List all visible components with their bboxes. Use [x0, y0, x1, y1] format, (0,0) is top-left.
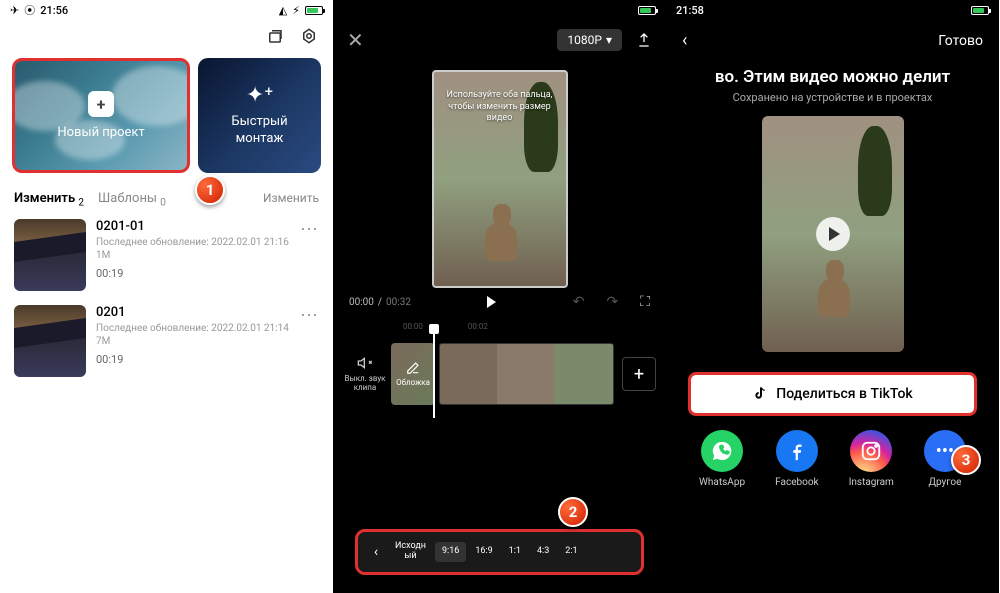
step-badge-2: 2 [558, 497, 588, 527]
tab-templates[interactable]: Шаблоны 0 [98, 191, 166, 209]
project-thumb [14, 219, 86, 291]
step-badge-1: 1 [195, 175, 225, 205]
more-icon[interactable]: ⋯ [300, 305, 319, 326]
settings-icon[interactable] [299, 26, 319, 46]
aspect-original[interactable]: Исходн ый [388, 537, 433, 567]
archive-icon[interactable] [265, 26, 285, 46]
project-meta: Последнее обновление: 2022.02.01 21:16 [96, 237, 290, 248]
share-instagram[interactable]: Instagram [849, 430, 894, 488]
tab-edit[interactable]: Изменить 2 [14, 191, 84, 209]
instagram-icon [850, 430, 892, 472]
project-thumb [14, 305, 86, 377]
done-button[interactable]: Готово [938, 33, 983, 49]
exported-preview[interactable] [762, 116, 904, 352]
project-duration: 00:19 [96, 353, 290, 366]
timeline-frames[interactable] [439, 343, 614, 405]
project-title: 0201-01 [96, 219, 290, 234]
mute-clip-button[interactable]: Выкл. звук клипа [343, 343, 387, 405]
project-item[interactable]: 0201 Последнее обновление: 2022.02.01 21… [14, 305, 319, 377]
back-icon[interactable]: ‹ [682, 30, 687, 51]
redo-icon[interactable]: ↷ [606, 294, 618, 310]
export-title: во. Этим видео можно делит [666, 67, 999, 87]
wand-icon: ✦⁺ [246, 83, 273, 108]
status-bar [333, 0, 666, 20]
time-current: 00:00 [349, 297, 374, 308]
share-whatsapp[interactable]: WhatsApp [699, 430, 745, 488]
aspect-back-icon[interactable]: ‹ [364, 544, 388, 560]
project-duration: 00:19 [96, 267, 290, 280]
new-project-card[interactable]: + Новый проект [12, 58, 190, 173]
quick-edit-label: Быстрый монтаж [231, 114, 287, 148]
aspect-ratio-bar: ‹ Исходн ый 9:16 16:9 1:1 4:3 2:1 [355, 529, 644, 575]
whatsapp-icon [701, 430, 743, 472]
export-subtitle: Сохранено на устройстве и в проектах [666, 91, 999, 104]
project-item[interactable]: 0201-01 Последнее обновление: 2022.02.01… [14, 219, 319, 291]
pinch-hint: Используйте оба пальца, чтобы изменить р… [440, 90, 560, 125]
video-preview[interactable]: Используйте оба пальца, чтобы изменить р… [432, 70, 568, 288]
undo-icon[interactable]: ↶ [573, 294, 585, 310]
edit-action[interactable]: Изменить [263, 191, 319, 205]
aspect-9-16[interactable]: 9:16 [435, 542, 466, 562]
aspect-4-3[interactable]: 4:3 [530, 542, 556, 562]
playhead[interactable] [433, 328, 435, 418]
chevron-down-icon: ▾ [606, 33, 612, 47]
fullscreen-icon[interactable]: ⛶ [640, 294, 650, 310]
project-meta: Последнее обновление: 2022.02.01 21:14 [96, 323, 290, 334]
project-size: 7M [96, 336, 290, 347]
add-clip-button[interactable]: + [622, 357, 656, 391]
time-total: 00:32 [386, 297, 411, 308]
plus-icon: + [88, 91, 114, 117]
new-project-label: Новый проект [57, 125, 144, 140]
close-icon[interactable]: ✕ [347, 28, 364, 52]
quick-edit-card[interactable]: ✦⁺ Быстрый монтаж [198, 58, 321, 173]
aspect-2-1[interactable]: 2:1 [558, 542, 584, 562]
timeline-ruler: 00:0000:02 [333, 316, 666, 337]
play-button[interactable] [487, 296, 496, 308]
aspect-16-9[interactable]: 16:9 [468, 542, 499, 562]
aspect-1-1[interactable]: 1:1 [502, 542, 528, 562]
share-tiktok-button[interactable]: Поделиться в TikTok [688, 372, 977, 416]
facebook-icon [776, 430, 818, 472]
project-title: 0201 [96, 305, 290, 320]
tiktok-icon [752, 386, 768, 402]
resolution-selector[interactable]: 1080P▾ [557, 29, 622, 51]
project-size: 1M [96, 250, 290, 261]
more-icon[interactable]: ⋯ [300, 219, 319, 240]
status-bar: 21:58 [666, 0, 999, 20]
step-badge-3: 3 [951, 445, 981, 475]
cover-button[interactable]: Обложка [391, 343, 435, 405]
export-icon[interactable] [636, 32, 652, 48]
play-icon [816, 217, 850, 251]
share-facebook[interactable]: Facebook [775, 430, 818, 488]
status-bar: ✈︎⦿21:56 ◭⚡︎ [0, 0, 333, 20]
